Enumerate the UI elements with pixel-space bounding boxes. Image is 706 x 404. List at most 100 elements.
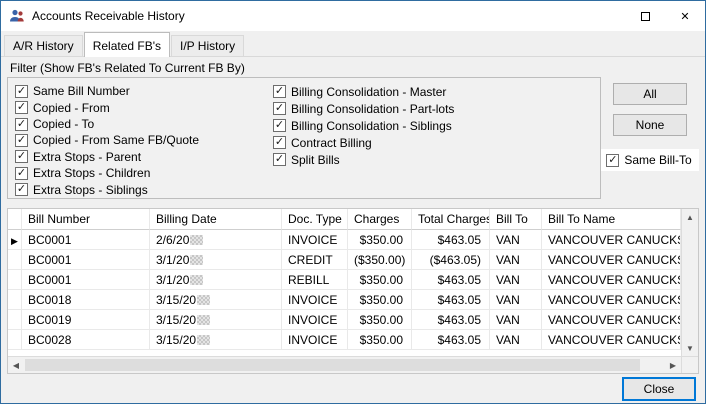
column-header-total-charges[interactable]: Total Charges: [412, 209, 490, 230]
filter-side-panel: All None ✓ Same Bill-To: [601, 77, 699, 199]
row-indicator: [8, 270, 22, 290]
cell-bill-number: BC0001: [22, 230, 150, 250]
filter-option-extra-stops-children[interactable]: ✓Extra Stops - Children: [15, 165, 273, 181]
table-row[interactable]: BC00013/1/20CREDIT($350.00)($463.05)VANV…: [8, 250, 681, 270]
scroll-left-icon[interactable]: ◀: [8, 357, 24, 373]
checkbox-icon[interactable]: ✓: [273, 102, 286, 115]
column-header-doc-type[interactable]: Doc. Type: [282, 209, 348, 230]
cell-bill-to-name: VANCOUVER CANUCKS: [542, 310, 681, 330]
table-row[interactable]: BC00013/1/20REBILL$350.00$463.05VANVANCO…: [8, 270, 681, 290]
cell-bill-to: VAN: [490, 250, 542, 270]
checkbox-icon[interactable]: ✓: [15, 101, 28, 114]
cell-bill-to: VAN: [490, 290, 542, 310]
all-button[interactable]: All: [613, 83, 687, 105]
cell-billing-date: 3/15/20: [150, 310, 282, 330]
horizontal-scrollbar[interactable]: ◀ ▶: [8, 356, 698, 373]
tab-i-p-history[interactable]: I/P History: [171, 35, 244, 56]
cell-charges: $350.00: [348, 270, 412, 290]
scroll-down-icon[interactable]: ▼: [682, 340, 698, 356]
close-button[interactable]: Close: [622, 377, 696, 401]
cell-bill-to-name: VANCOUVER CANUCKS: [542, 250, 681, 270]
row-indicator: [8, 290, 22, 310]
cell-doc-type: CREDIT: [282, 250, 348, 270]
table-row[interactable]: BC00283/15/20INVOICE$350.00$463.05VANVAN…: [8, 330, 681, 350]
tab-strip: A/R HistoryRelated FB'sI/P History: [1, 31, 705, 57]
scroll-up-icon[interactable]: ▲: [682, 209, 698, 225]
filter-option-same-bill-number[interactable]: ✓ Same Bill Number: [15, 83, 273, 99]
checkbox-icon[interactable]: ✓: [15, 118, 28, 131]
checkbox-icon[interactable]: ✓: [273, 153, 286, 166]
scroll-right-icon[interactable]: ▶: [665, 357, 681, 373]
vertical-scroll-track[interactable]: [682, 225, 698, 340]
cell-charges: ($350.00): [348, 250, 412, 270]
restore-icon: [641, 12, 650, 21]
filter-option-copied-from-same-fb-quote[interactable]: ✓Copied - From Same FB/Quote: [15, 132, 273, 148]
restore-button[interactable]: [625, 1, 665, 31]
none-button[interactable]: None: [613, 114, 687, 136]
table-row[interactable]: BC00193/15/20INVOICE$350.00$463.05VANVAN…: [8, 310, 681, 330]
checkbox-label: Copied - From: [33, 101, 110, 115]
column-header-bill-number[interactable]: Bill Number: [22, 209, 150, 230]
checkbox-label: Extra Stops - Siblings: [33, 183, 148, 197]
cell-bill-to-name: VANCOUVER CANUCKS: [542, 270, 681, 290]
tab-a-r-history[interactable]: A/R History: [4, 35, 83, 56]
redacted-year: [197, 315, 210, 325]
same-bill-to-checkbox-icon[interactable]: ✓: [606, 154, 619, 167]
row-indicator: [8, 250, 22, 270]
tab-related-fb-s[interactable]: Related FB's: [84, 32, 170, 57]
checkbox-icon[interactable]: ✓: [15, 134, 28, 147]
column-header-billing-date[interactable]: Billing Date: [150, 209, 282, 230]
table-row[interactable]: BC00183/15/20INVOICE$350.00$463.05VANVAN…: [8, 290, 681, 310]
filter-option-contract-billing[interactable]: ✓Contract Billing: [273, 134, 600, 151]
redacted-year: [190, 235, 203, 245]
cell-billing-date: 3/1/20: [150, 270, 282, 290]
filter-option-billing-consolidation-part-lots[interactable]: ✓Billing Consolidation - Part-lots: [273, 100, 600, 117]
cell-bill-to: VAN: [490, 330, 542, 350]
cell-total-charges: $463.05: [412, 290, 490, 310]
cell-bill-number: BC0018: [22, 290, 150, 310]
filter-option-billing-consolidation-master[interactable]: ✓ Billing Consolidation - Master: [273, 83, 600, 100]
checkbox-icon[interactable]: ✓: [273, 85, 286, 98]
horizontal-scroll-thumb[interactable]: [25, 359, 640, 371]
cell-billing-date: 3/1/20: [150, 250, 282, 270]
column-header-bill-to[interactable]: Bill To: [490, 209, 542, 230]
filter-option-copied-to[interactable]: ✓Copied - To: [15, 116, 273, 132]
checkbox-icon[interactable]: ✓: [15, 167, 28, 180]
checkbox-icon[interactable]: ✓: [15, 150, 28, 163]
cell-billing-date: 3/15/20: [150, 330, 282, 350]
horizontal-scroll-track[interactable]: [24, 357, 665, 373]
cell-bill-to: VAN: [490, 270, 542, 290]
cell-bill-number: BC0019: [22, 310, 150, 330]
cell-bill-number: BC0028: [22, 330, 150, 350]
checkbox-label: Same Bill Number: [33, 84, 130, 98]
cell-doc-type: INVOICE: [282, 230, 348, 250]
filter-option-billing-consolidation-siblings[interactable]: ✓Billing Consolidation - Siblings: [273, 117, 600, 134]
table-row[interactable]: ▶BC00012/6/20INVOICE$350.00$463.05VANVAN…: [8, 230, 681, 250]
accounts-receivable-history-dialog: Accounts Receivable History ✕ A/R Histor…: [0, 0, 706, 404]
checkbox-label: Billing Consolidation - Master: [291, 85, 446, 99]
table-grid: Bill NumberBilling DateDoc. TypeChargesT…: [8, 209, 681, 356]
checkbox-icon[interactable]: ✓: [15, 183, 28, 196]
checkbox-icon[interactable]: ✓: [273, 119, 286, 132]
same-bill-to-option[interactable]: ✓ Same Bill-To: [601, 149, 698, 171]
filter-column-right: ✓Billing Consolidation - Master✓Billing …: [273, 83, 600, 198]
cell-billing-date: 3/15/20: [150, 290, 282, 310]
filter-option-split-bills[interactable]: ✓Split Bills: [273, 151, 600, 168]
filter-option-extra-stops-siblings[interactable]: ✓ Extra Stops - Siblings: [15, 182, 273, 198]
cell-charges: $350.00: [348, 310, 412, 330]
close-window-button[interactable]: ✕: [665, 1, 705, 31]
cell-bill-to-name: VANCOUVER CANUCKS: [542, 230, 681, 250]
filter-option-copied-from[interactable]: ✓ Copied - From: [15, 99, 273, 115]
cell-billing-date: 2/6/20: [150, 230, 282, 250]
column-header-bill-to-name[interactable]: Bill To Name: [542, 209, 681, 230]
filter-option-extra-stops-parent[interactable]: ✓Extra Stops - Parent: [15, 149, 273, 165]
vertical-scrollbar[interactable]: ▲ ▼: [681, 209, 698, 356]
cell-doc-type: INVOICE: [282, 330, 348, 350]
redacted-year: [190, 255, 203, 265]
column-header-charges[interactable]: Charges: [348, 209, 412, 230]
checkbox-icon[interactable]: ✓: [15, 85, 28, 98]
cell-charges: $350.00: [348, 330, 412, 350]
checkbox-icon[interactable]: ✓: [273, 136, 286, 149]
cell-bill-number: BC0001: [22, 250, 150, 270]
cell-doc-type: INVOICE: [282, 310, 348, 330]
